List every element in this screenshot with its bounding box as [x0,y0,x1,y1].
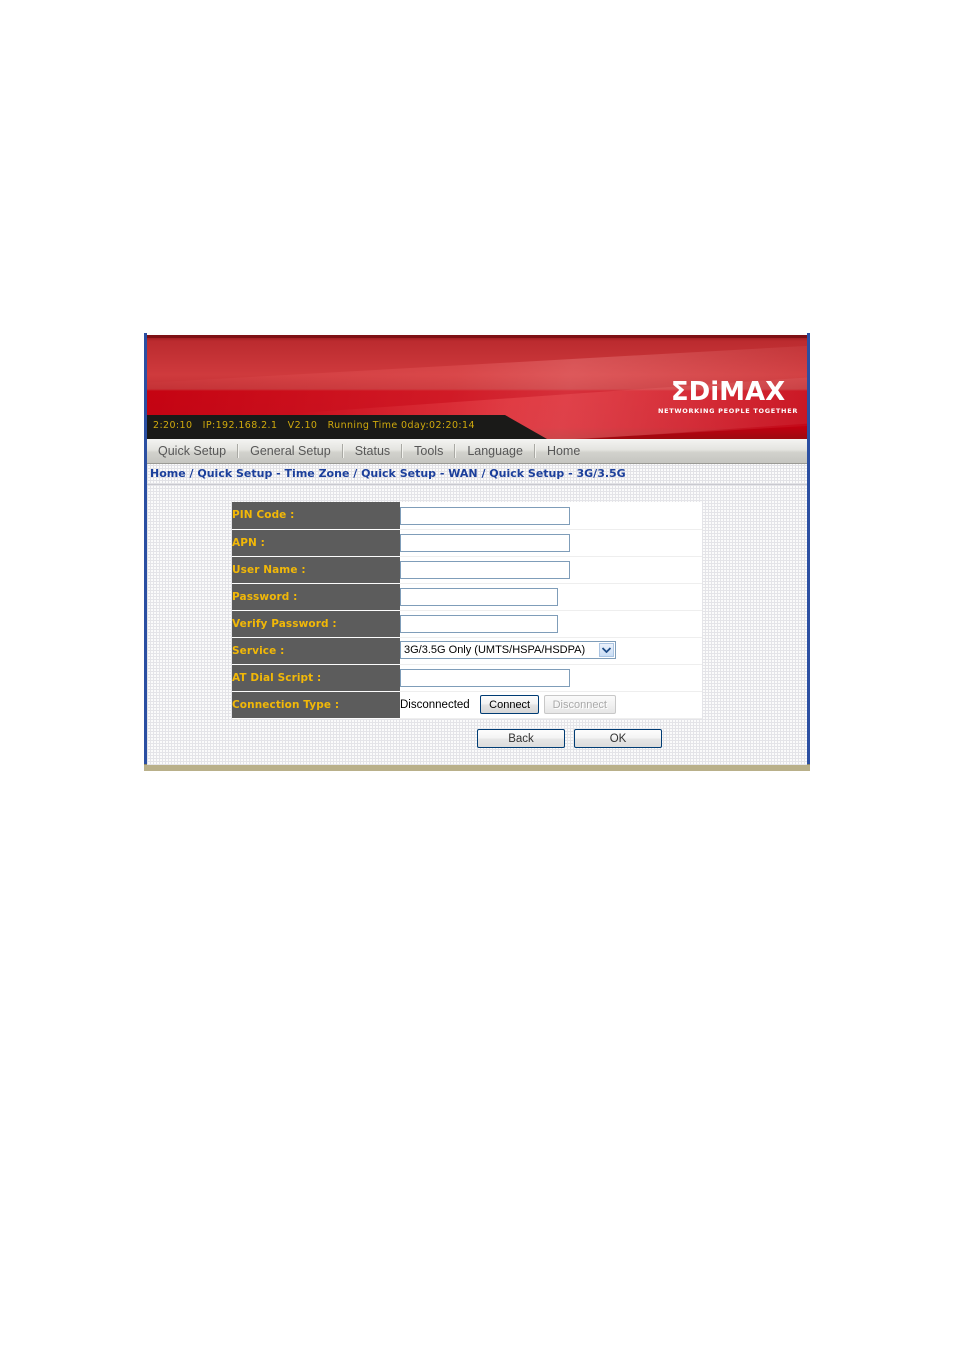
logo-wordmark: ΣDiMAX [654,379,802,405]
nav-item-language[interactable]: Language [456,439,534,463]
form-row-password: Password : [232,583,702,611]
nav-item-status[interactable]: Status [344,439,401,463]
form-row-apn: APN : [232,529,702,557]
service-select[interactable]: 3G/3.5G Only (UMTS/HSPA/HSDPA) [400,641,616,660]
chevron-down-icon[interactable] [599,643,614,658]
logo-part-1: ΣD [670,377,711,407]
verify-password-input[interactable] [400,615,558,633]
logo-tagline: NETWORKING PEOPLE TOGETHER [657,407,799,415]
apn-input[interactable] [400,534,570,552]
nav-item-general-setup[interactable]: General Setup [239,439,342,463]
logo-part-i: i [710,377,720,407]
pin-code-input[interactable] [400,506,570,525]
form-row-at-dial-script: AT Dial Script : [232,664,702,692]
form-row-user-name: User Name : [232,556,702,584]
device-status-strip: 2:20:10 IP:192.168.2.1 V2.10 Running Tim… [147,415,547,439]
brand-banner: ΣDiMAX NETWORKING PEOPLE TOGETHER 2:20:1… [147,335,807,439]
user-name-input[interactable] [400,561,570,579]
label-user-name: User Name : [232,556,400,584]
label-service: Service : [232,637,400,665]
logo-part-2: MAX [719,377,786,407]
form-row-connection-type: Connection Type : Disconnected Connect D… [232,691,702,719]
router-admin-page: ΣDiMAX NETWORKING PEOPLE TOGETHER 2:20:1… [144,333,810,771]
form-action-buttons: Back OK [477,729,662,748]
breadcrumb-text: Home / Quick Setup - Time Zone / Quick S… [150,467,626,480]
label-verify-password: Verify Password : [232,610,400,638]
connection-status-text: Disconnected [400,698,470,711]
banner-top-line [147,335,807,338]
label-pin-code: PIN Code : [232,502,400,530]
form-row-service: Service : 3G/3.5G Only (UMTS/HSPA/HSDPA) [232,637,702,665]
three-g-settings-form: PIN Code : APN : User Name : Password: … [232,502,702,719]
label-apn: APN : [232,529,400,557]
label-password: Password : [232,583,400,611]
form-row-verify-password: Verify Password : [232,610,702,638]
breadcrumb: Home / Quick Setup - Time Zone / Quick S… [147,464,807,485]
label-connection-type: Connection Type : [232,691,400,719]
disconnect-button: Disconnect [543,695,616,714]
content-area: PIN Code : APN : User Name : Password: … [147,485,807,765]
ok-button[interactable]: OK [574,729,662,748]
at-dial-script-input[interactable] [400,669,570,687]
form-row-pin-code: PIN Code : [232,502,702,530]
nav-item-home[interactable]: Home [536,439,591,463]
service-select-value: 3G/3.5G Only (UMTS/HSPA/HSDPA) [404,644,586,657]
main-navigation: Quick Setup General Setup Status Tools L… [147,439,807,464]
label-at-dial-script: AT Dial Script : [232,664,400,692]
nav-item-tools[interactable]: Tools [403,439,454,463]
password-input[interactable] [400,588,558,606]
back-button[interactable]: Back [477,729,565,748]
edimax-logo: ΣDiMAX NETWORKING PEOPLE TOGETHER [654,379,802,415]
page-right-border [807,333,810,771]
nav-item-quick-setup[interactable]: Quick Setup [147,439,237,463]
page-bottom-border [144,764,810,771]
connect-button[interactable]: Connect [480,695,540,714]
device-status-text: 2:20:10 IP:192.168.2.1 V2.10 Running Tim… [153,420,475,431]
